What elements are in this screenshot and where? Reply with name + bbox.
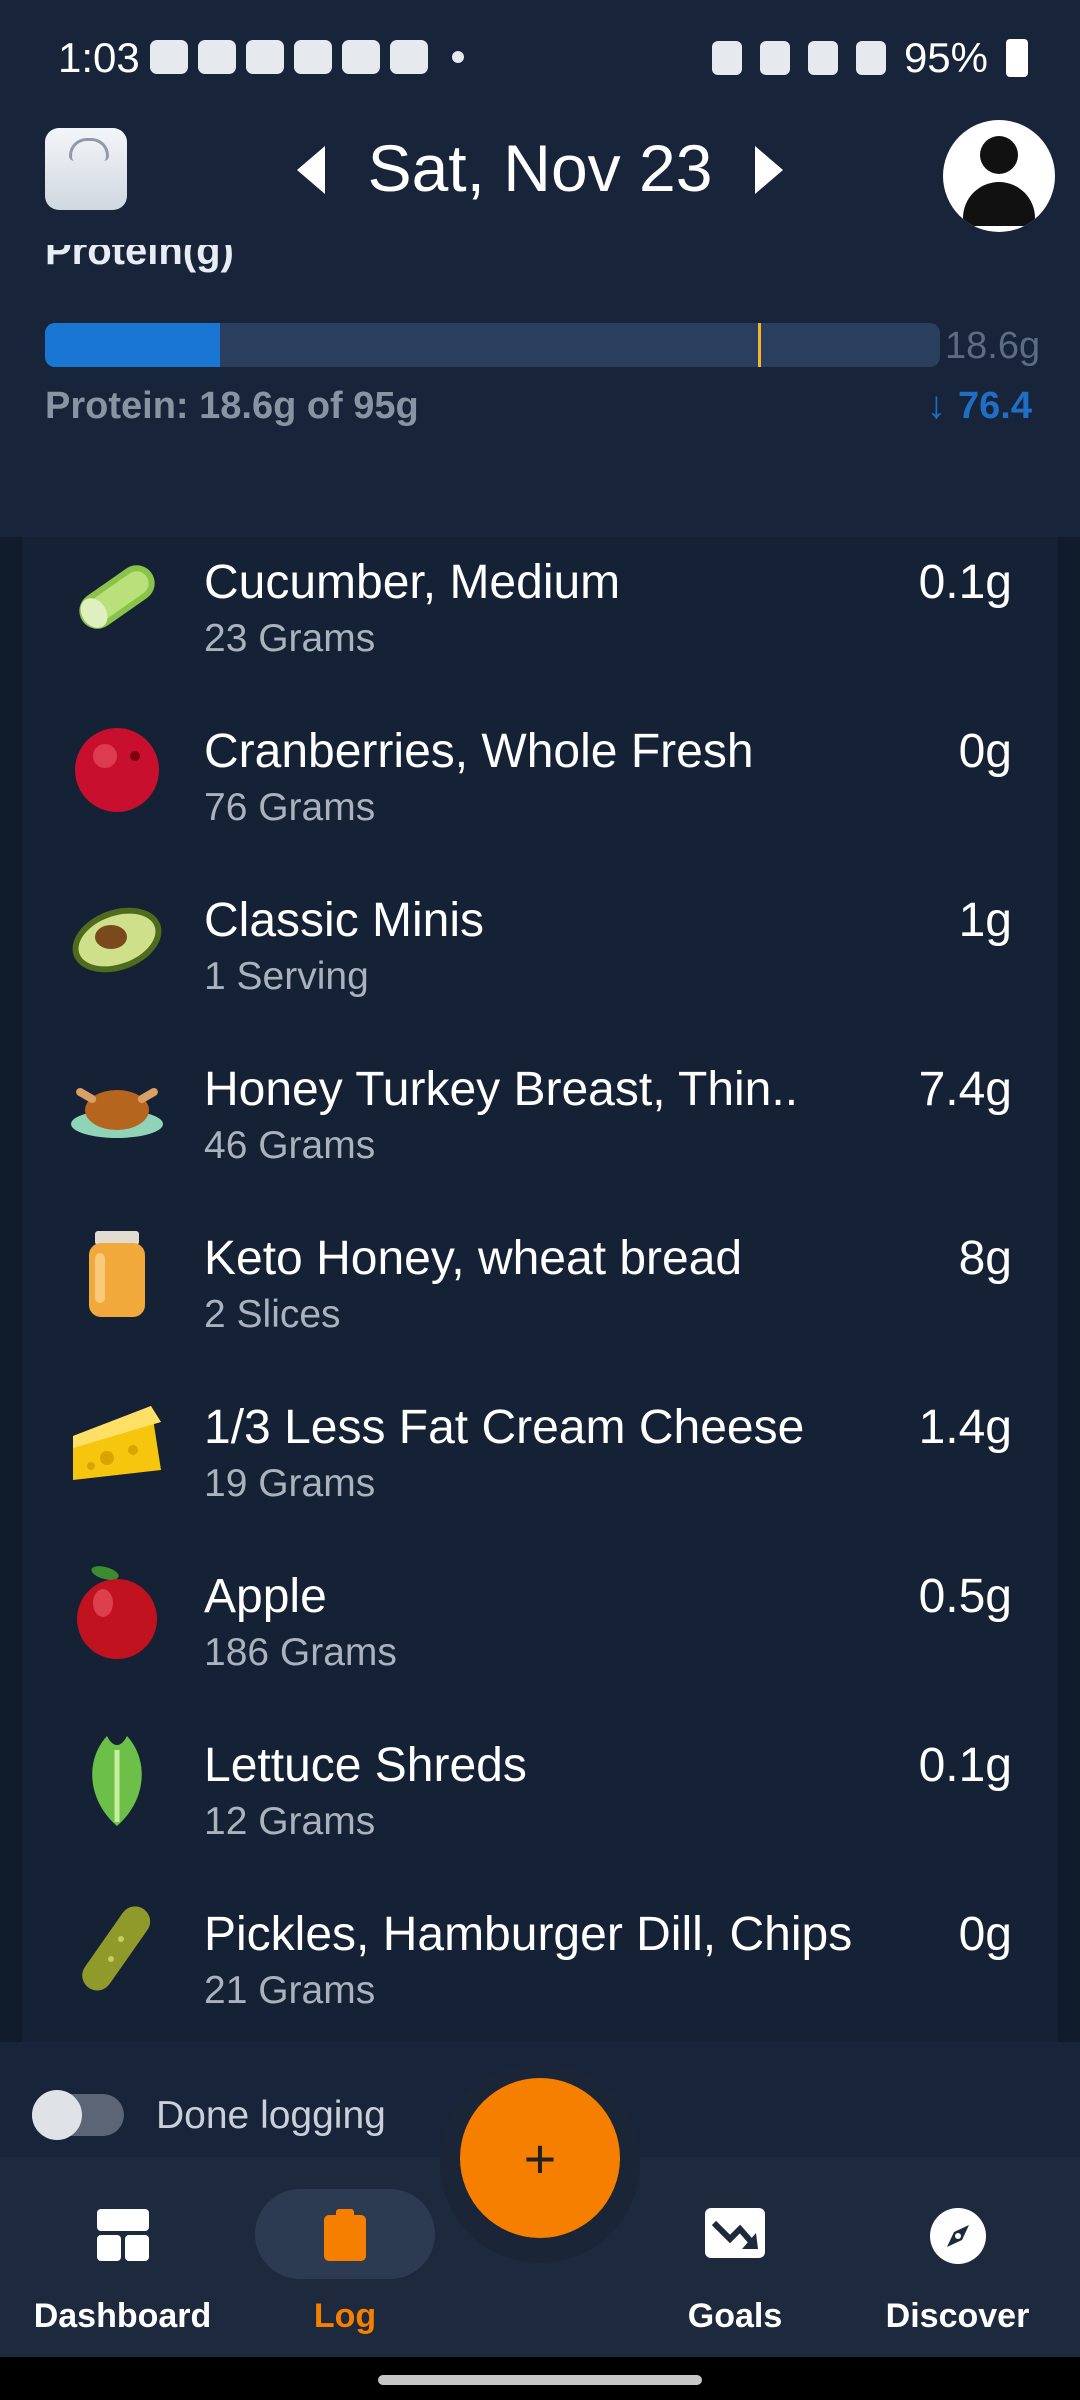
lettuce-icon [92,1736,142,1826]
avatar-head [980,136,1018,174]
goal-marker [758,323,761,367]
protein-summary: Protein(g) 18.6g Protein: 18.6g of 95g ↓… [0,245,1080,537]
status-time: 1:03 [58,34,140,81]
dot-icon [452,51,464,63]
food-quantity: 12 Grams [204,1800,376,1843]
list-item[interactable]: Lettuce Shreds 12 Grams 0.1g [22,1720,1058,1889]
battery-icon [1006,39,1028,77]
turkey-icon [71,1088,163,1138]
food-name: Classic Minis [204,894,485,947]
food-name: 1/3 Less Fat Cream Cheese [204,1401,805,1454]
protein-progress-label: Protein: 18.6g of 95g [45,385,419,427]
app-header: Sat, Nov 23 [0,120,1080,245]
compass-icon [929,2208,986,2264]
youtube-icon [390,40,428,74]
food-protein: 8g [958,1232,1012,1285]
signal-icon [855,41,886,75]
food-quantity: 46 Grams [204,1124,376,1167]
food-name: Keto Honey, wheat bread [204,1232,743,1285]
pickle-icon [82,1906,151,1991]
game-controller-icon [198,40,236,74]
food-protein: 0.5g [918,1570,1012,1623]
protein-remaining: ↓ 76.4 [927,385,1032,428]
protein-progress-fill [45,323,221,367]
date-title[interactable]: Sat, Nov 23 [368,131,713,205]
list-item[interactable]: Pickles, Hamburger Dill, Chips 21 Grams … [22,1889,1058,2058]
avocado-icon [72,907,162,973]
protein-progress-bar [45,323,940,367]
toggle-knob [32,2090,82,2140]
honey-jar-icon [89,1231,145,1317]
plus-icon: + [523,2126,557,2190]
trend-down-icon [705,2208,765,2258]
apple-icon [77,1566,157,1659]
food-protein: 0g [958,1908,1012,1961]
food-protein: 0g [958,725,1012,778]
nav-goals-label: Goals [687,2297,783,2335]
add-food-button[interactable]: + [460,2078,620,2238]
cranberry-icon [75,728,159,812]
nav-discover-label: Discover [885,2297,1030,2335]
nav-dashboard[interactable]: Dashboard [20,2157,225,2357]
food-name: Cucumber, Medium [204,556,621,609]
nav-dashboard-label: Dashboard [33,2297,212,2335]
food-quantity: 2 Slices [204,1293,341,1336]
list-item[interactable]: Keto Honey, wheat bread 2 Slices 8g [22,1213,1058,1382]
cucumber-icon [79,565,155,629]
date-navigator: Sat, Nov 23 [0,130,1080,206]
youtube-icon [294,40,332,74]
food-quantity: 19 Grams [204,1462,376,1505]
status-bar: 1:03 95% [0,0,1080,120]
home-handle[interactable] [378,2375,702,2385]
next-day-icon[interactable] [755,146,783,194]
avatar-body [963,182,1035,226]
b-icon [246,40,284,74]
clipboard-icon [324,2209,366,2261]
food-protein: 1.4g [918,1401,1012,1454]
notification-icons [150,40,464,74]
list-item[interactable]: Cranberries, Whole Fresh 76 Grams 0g [22,706,1058,875]
list-item[interactable]: Apple 186 Grams 0.5g [22,1551,1058,1720]
account-avatar-icon[interactable] [943,120,1055,232]
food-name: Honey Turkey Breast, Thin.. [204,1063,799,1116]
food-quantity: 23 Grams [204,617,376,660]
nav-log-label: Log [313,2297,377,2335]
food-quantity: 21 Grams [204,1969,376,2012]
list-item[interactable]: Classic Minis 1 Serving 1g [22,875,1058,1044]
list-item[interactable]: Honey Turkey Breast, Thin.. 46 Grams 7.4… [22,1044,1058,1213]
food-protein: 0.1g [918,1739,1012,1792]
mute-icon [759,41,790,75]
done-logging-label: Done logging [156,2094,386,2137]
system-icons: 95% [711,34,1028,82]
done-logging-toggle[interactable] [32,2090,124,2140]
wifi-icon [807,41,838,75]
food-list: Cucumber, Medium 23 Grams 0.1g Cranberri… [22,537,1058,2042]
food-protein: 7.4g [918,1063,1012,1116]
list-item[interactable]: Cucumber, Medium 23 Grams 0.1g [22,537,1058,706]
remaining-value: 76.4 [958,385,1032,427]
food-name: Pickles, Hamburger Dill, Chips [204,1908,853,1961]
battery-saver-icon [711,41,742,75]
food-quantity: 1 Serving [204,955,369,998]
food-name: Cranberries, Whole Fresh [204,725,754,778]
nav-discover[interactable]: Discover [870,2157,1045,2357]
gesture-bar [0,2357,1080,2400]
list-item[interactable]: 1/3 Less Fat Cream Cheese 19 Grams 1.4g [22,1382,1058,1551]
food-protein: 0.1g [918,556,1012,609]
cheese-icon [73,1406,161,1480]
food-quantity: 186 Grams [204,1631,397,1674]
bar-end-label: 18.6g [945,325,1041,367]
nav-log[interactable]: Log [255,2157,435,2357]
dashboard-icon [96,2209,149,2261]
nav-goals[interactable]: Goals [660,2157,810,2357]
game-controller-icon [150,40,188,74]
youtube-icon [342,40,380,74]
food-name: Apple [204,1570,327,1623]
down-arrow-icon: ↓ [927,385,947,427]
food-name: Lettuce Shreds [204,1739,527,1792]
battery-percent: 95% [903,34,988,81]
food-protein: 1g [958,894,1012,947]
food-quantity: 76 Grams [204,786,376,829]
